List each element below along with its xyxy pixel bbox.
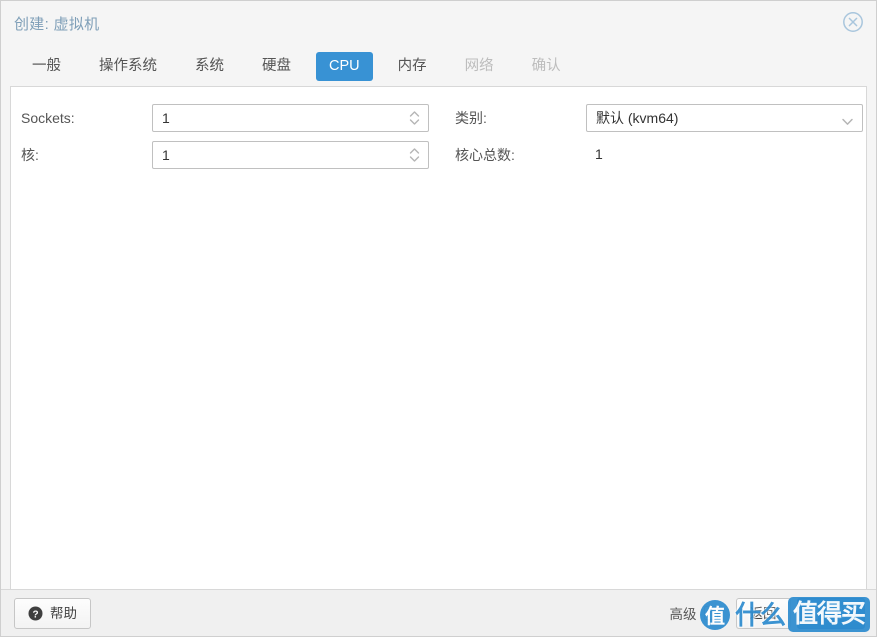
question-circle-icon: ? xyxy=(28,606,43,621)
dialog-titlebar: 创建: 虚拟机 xyxy=(1,1,876,46)
tab-memory[interactable]: 内存 xyxy=(385,52,440,81)
field-cores-label: 核: xyxy=(21,147,39,163)
help-button[interactable]: ? 帮助 xyxy=(14,597,91,629)
tab-network: 网络 xyxy=(464,57,494,74)
field-sockets: Sockets: 1 xyxy=(21,100,447,136)
advanced-checkbox[interactable] xyxy=(703,606,718,620)
tab-system[interactable]: 系统 xyxy=(182,52,237,81)
sockets-stepper-icon[interactable] xyxy=(408,109,421,127)
tab-general[interactable]: 一般 xyxy=(19,52,74,81)
field-total-cores-control: 1 xyxy=(586,146,866,164)
field-cpu-type: 类别: 默认 (kvm64) xyxy=(455,100,866,136)
cpu-form: Sockets: 1 核: 1 类别: 默认 (kvm64) 核心总数: 1 xyxy=(11,87,866,174)
svg-text:?: ? xyxy=(32,609,38,620)
cpu-type-select[interactable]: 默认 (kvm64) xyxy=(585,104,863,132)
total-cores-value: 1 xyxy=(594,146,603,162)
create-vm-dialog: 创建: 虚拟机 一般 操作系统 系统 硬盘 CPU 内存 网络 确认 Socke… xyxy=(0,0,877,637)
help-button-label: 帮助 xyxy=(50,605,77,621)
sockets-input[interactable]: 1 xyxy=(152,104,429,132)
chevron-down-icon[interactable] xyxy=(841,114,854,125)
cpu-settings-panel: Sockets: 1 核: 1 类别: 默认 (kvm64) 核心总数: 1 xyxy=(10,86,867,589)
footer-actions: 高级 返回 下一步 xyxy=(669,597,865,629)
tab-cpu[interactable]: CPU xyxy=(316,51,373,81)
cores-stepper-icon[interactable] xyxy=(408,146,421,164)
wizard-tabbar: 一般 操作系统 系统 硬盘 CPU 内存 网络 确认 xyxy=(1,46,876,86)
close-icon[interactable] xyxy=(841,10,865,34)
field-sockets-control: 1 xyxy=(152,104,447,132)
form-column-left: Sockets: 1 核: 1 xyxy=(11,100,447,174)
field-cpu-type-control: 默认 (kvm64) xyxy=(585,104,866,132)
next-button[interactable]: 下一步 xyxy=(796,597,865,629)
tab-os[interactable]: 操作系统 xyxy=(86,52,170,81)
field-sockets-label: Sockets: xyxy=(21,110,75,126)
dialog-title: 创建: 虚拟机 xyxy=(14,16,100,33)
cpu-type-value: 默认 (kvm64) xyxy=(595,110,679,126)
field-total-cores-label: 核心总数: xyxy=(454,147,515,163)
sockets-value: 1 xyxy=(162,110,170,126)
field-cpu-type-label: 类别: xyxy=(454,110,487,126)
form-column-right: 类别: 默认 (kvm64) 核心总数: 1 xyxy=(447,100,866,174)
field-cores-control: 1 xyxy=(152,141,447,169)
cores-input[interactable]: 1 xyxy=(152,141,429,169)
field-total-cores: 核心总数: 1 xyxy=(455,137,866,173)
dialog-footer: ? 帮助 高级 返回 下一步 值 什么 值得买 xyxy=(1,589,876,636)
advanced-label: 高级 xyxy=(669,607,697,622)
back-button[interactable]: 返回 xyxy=(735,597,791,629)
cores-value: 1 xyxy=(162,147,170,163)
tab-confirm: 确认 xyxy=(531,57,561,74)
tab-disks[interactable]: 硬盘 xyxy=(249,52,304,81)
field-cores: 核: 1 xyxy=(21,137,447,173)
